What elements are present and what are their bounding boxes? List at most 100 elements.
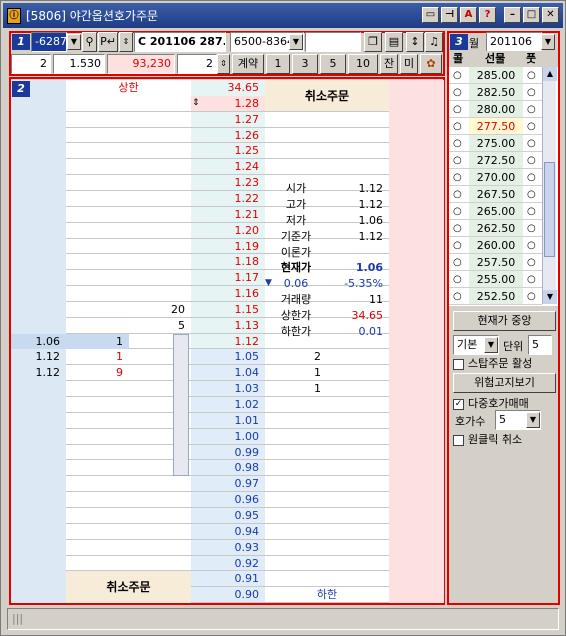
strike-row[interactable]: ○ 272.50 ○ xyxy=(449,152,542,169)
qty-3-button[interactable]: 3 xyxy=(292,54,318,74)
unfilled-button[interactable]: 미 xyxy=(400,54,418,74)
call-radio-icon[interactable]: ○ xyxy=(453,67,462,84)
monitor-icon[interactable]: ▭ xyxy=(422,7,439,23)
put-radio-icon[interactable]: ○ xyxy=(527,220,536,237)
put-radio-icon[interactable]: ○ xyxy=(527,118,536,135)
code-spin-icon[interactable]: ⇕ xyxy=(119,32,133,52)
strike-scrollbar[interactable]: ▲ ▼ xyxy=(542,67,557,304)
multi-order-checkbox[interactable]: ✓ xyxy=(453,398,464,410)
strike-row[interactable]: ○ 262.50 ○ xyxy=(449,220,542,237)
account-field[interactable]: -6287 xyxy=(31,32,67,52)
qty-10-button[interactable]: 10 xyxy=(348,54,378,74)
call-radio-icon[interactable]: ○ xyxy=(453,254,462,271)
call-radio-icon[interactable]: ○ xyxy=(453,237,462,254)
p-button[interactable]: P↵ xyxy=(98,32,118,52)
put-radio-icon[interactable]: ○ xyxy=(527,203,536,220)
call-radio-icon[interactable]: ○ xyxy=(453,169,462,186)
strike-row[interactable]: ○ 255.00 ○ xyxy=(449,271,542,288)
put-radio-icon[interactable]: ○ xyxy=(527,186,536,203)
maximize-icon[interactable]: □ xyxy=(523,7,540,23)
strike-row[interactable]: ○ 257.50 ○ xyxy=(449,254,542,271)
call-radio-icon[interactable]: ○ xyxy=(453,220,462,237)
call-radio-icon[interactable]: ○ xyxy=(453,271,462,288)
call-radio-icon[interactable]: ○ xyxy=(453,84,462,101)
list-icon[interactable]: ▤ xyxy=(385,32,403,52)
qty-field[interactable]: 2 xyxy=(11,54,51,74)
lots-spin-icon[interactable]: ⇕ xyxy=(217,54,230,74)
search-icon[interactable]: ⚲ xyxy=(82,32,97,52)
call-radio-icon[interactable]: ○ xyxy=(453,288,462,305)
buy-order-column[interactable] xyxy=(389,80,444,603)
call-radio-icon[interactable]: ○ xyxy=(453,152,462,169)
put-radio-icon[interactable]: ○ xyxy=(527,67,536,84)
close-icon[interactable]: ✕ xyxy=(542,7,559,23)
copy-icon[interactable]: ❐ xyxy=(364,32,382,52)
strike-row[interactable]: ○ 270.00 ○ xyxy=(449,169,542,186)
qty-5-button[interactable]: 5 xyxy=(320,54,346,74)
strike-row[interactable]: ○ 252.50 ○ xyxy=(449,288,542,305)
price-cell: 0.91 xyxy=(191,571,265,587)
cancel-order-top[interactable]: 취소주문 xyxy=(265,80,389,112)
price-cell: 1.27 xyxy=(191,111,265,127)
call-radio-icon[interactable]: ○ xyxy=(453,118,462,135)
scroll-up-icon[interactable]: ▲ xyxy=(543,67,557,81)
price-field[interactable]: 1.530 xyxy=(53,54,105,74)
put-radio-icon[interactable]: ○ xyxy=(527,288,536,305)
strike-row[interactable]: ○ 285.00 ○ xyxy=(449,67,542,84)
help-icon[interactable]: ? xyxy=(479,7,496,23)
multi-order-option[interactable]: ✓ 다중호가매매 xyxy=(453,396,557,411)
strike-row[interactable]: ○ 267.50 ○ xyxy=(449,186,542,203)
one-click-checkbox[interactable] xyxy=(453,434,464,446)
strike-row[interactable]: ○ 277.50 ○ xyxy=(449,118,542,135)
put-radio-icon[interactable]: ○ xyxy=(527,152,536,169)
stop-order-checkbox[interactable] xyxy=(453,358,464,370)
scroll-thumb[interactable] xyxy=(544,162,555,257)
put-radio-icon[interactable]: ○ xyxy=(527,254,536,271)
account-name-field[interactable] xyxy=(305,32,361,52)
lots-field[interactable]: 2 xyxy=(177,54,217,74)
risk-notice-button[interactable]: 위험고지보기 xyxy=(453,373,556,393)
option-code-field[interactable]: C 201106 287. xyxy=(134,32,226,52)
pin-icon[interactable]: ⊣ xyxy=(441,7,458,23)
scroll-down-icon[interactable]: ▼ xyxy=(543,290,557,304)
hoga-dropdown-icon[interactable]: ▼ xyxy=(526,412,540,428)
call-radio-icon[interactable]: ○ xyxy=(453,186,462,203)
unit-field[interactable]: 5 xyxy=(528,335,552,355)
strike-row[interactable]: ○ 260.00 ○ xyxy=(449,237,542,254)
price-cell: 1.05 xyxy=(191,349,265,365)
updown-icon[interactable]: ↕ xyxy=(406,32,424,52)
qty-1-button[interactable]: 1 xyxy=(266,54,290,74)
strike-row[interactable]: ○ 282.50 ○ xyxy=(449,84,542,101)
minimize-icon[interactable]: – xyxy=(504,7,521,23)
audio-icon[interactable]: ♫ xyxy=(425,32,443,52)
put-radio-icon[interactable]: ○ xyxy=(527,237,536,254)
balance-button[interactable]: 잔 xyxy=(380,54,398,74)
contract-button[interactable]: 계약 xyxy=(232,54,264,74)
order-scrollbar[interactable] xyxy=(173,333,189,477)
put-radio-icon[interactable]: ○ xyxy=(527,169,536,186)
price-cell: 0.90 xyxy=(191,587,265,603)
put-radio-icon[interactable]: ○ xyxy=(527,135,536,152)
settings-gear-icon[interactable]: ✿ xyxy=(420,54,442,74)
font-icon[interactable]: A xyxy=(460,7,477,23)
call-radio-icon[interactable]: ○ xyxy=(453,101,462,118)
account-number-dropdown-icon[interactable]: ▼ xyxy=(289,34,303,50)
price-cell: 0.97 xyxy=(191,476,265,492)
strike-row[interactable]: ○ 280.00 ○ xyxy=(449,101,542,118)
mode-dropdown-icon[interactable]: ▼ xyxy=(484,337,498,353)
put-radio-icon[interactable]: ○ xyxy=(527,271,536,288)
month-dropdown-icon[interactable]: ▼ xyxy=(541,34,555,50)
month-field[interactable]: 201106 xyxy=(486,32,542,52)
center-price-button[interactable]: 현재가 중앙 xyxy=(453,311,556,331)
stop-order-option[interactable]: 스탑주문 활성 xyxy=(453,356,557,371)
info-label: 현재가 xyxy=(280,261,312,275)
call-radio-icon[interactable]: ○ xyxy=(453,203,462,220)
strike-row[interactable]: ○ 275.00 ○ xyxy=(449,135,542,152)
put-radio-icon[interactable]: ○ xyxy=(527,84,536,101)
one-click-option[interactable]: 원클릭 취소 xyxy=(453,432,557,447)
call-radio-icon[interactable]: ○ xyxy=(453,135,462,152)
strike-row[interactable]: ○ 265.00 ○ xyxy=(449,203,542,220)
cancel-order-bottom[interactable]: 취소주문 xyxy=(66,571,191,603)
put-radio-icon[interactable]: ○ xyxy=(527,101,536,118)
account-dropdown-icon[interactable]: ▼ xyxy=(67,34,81,50)
